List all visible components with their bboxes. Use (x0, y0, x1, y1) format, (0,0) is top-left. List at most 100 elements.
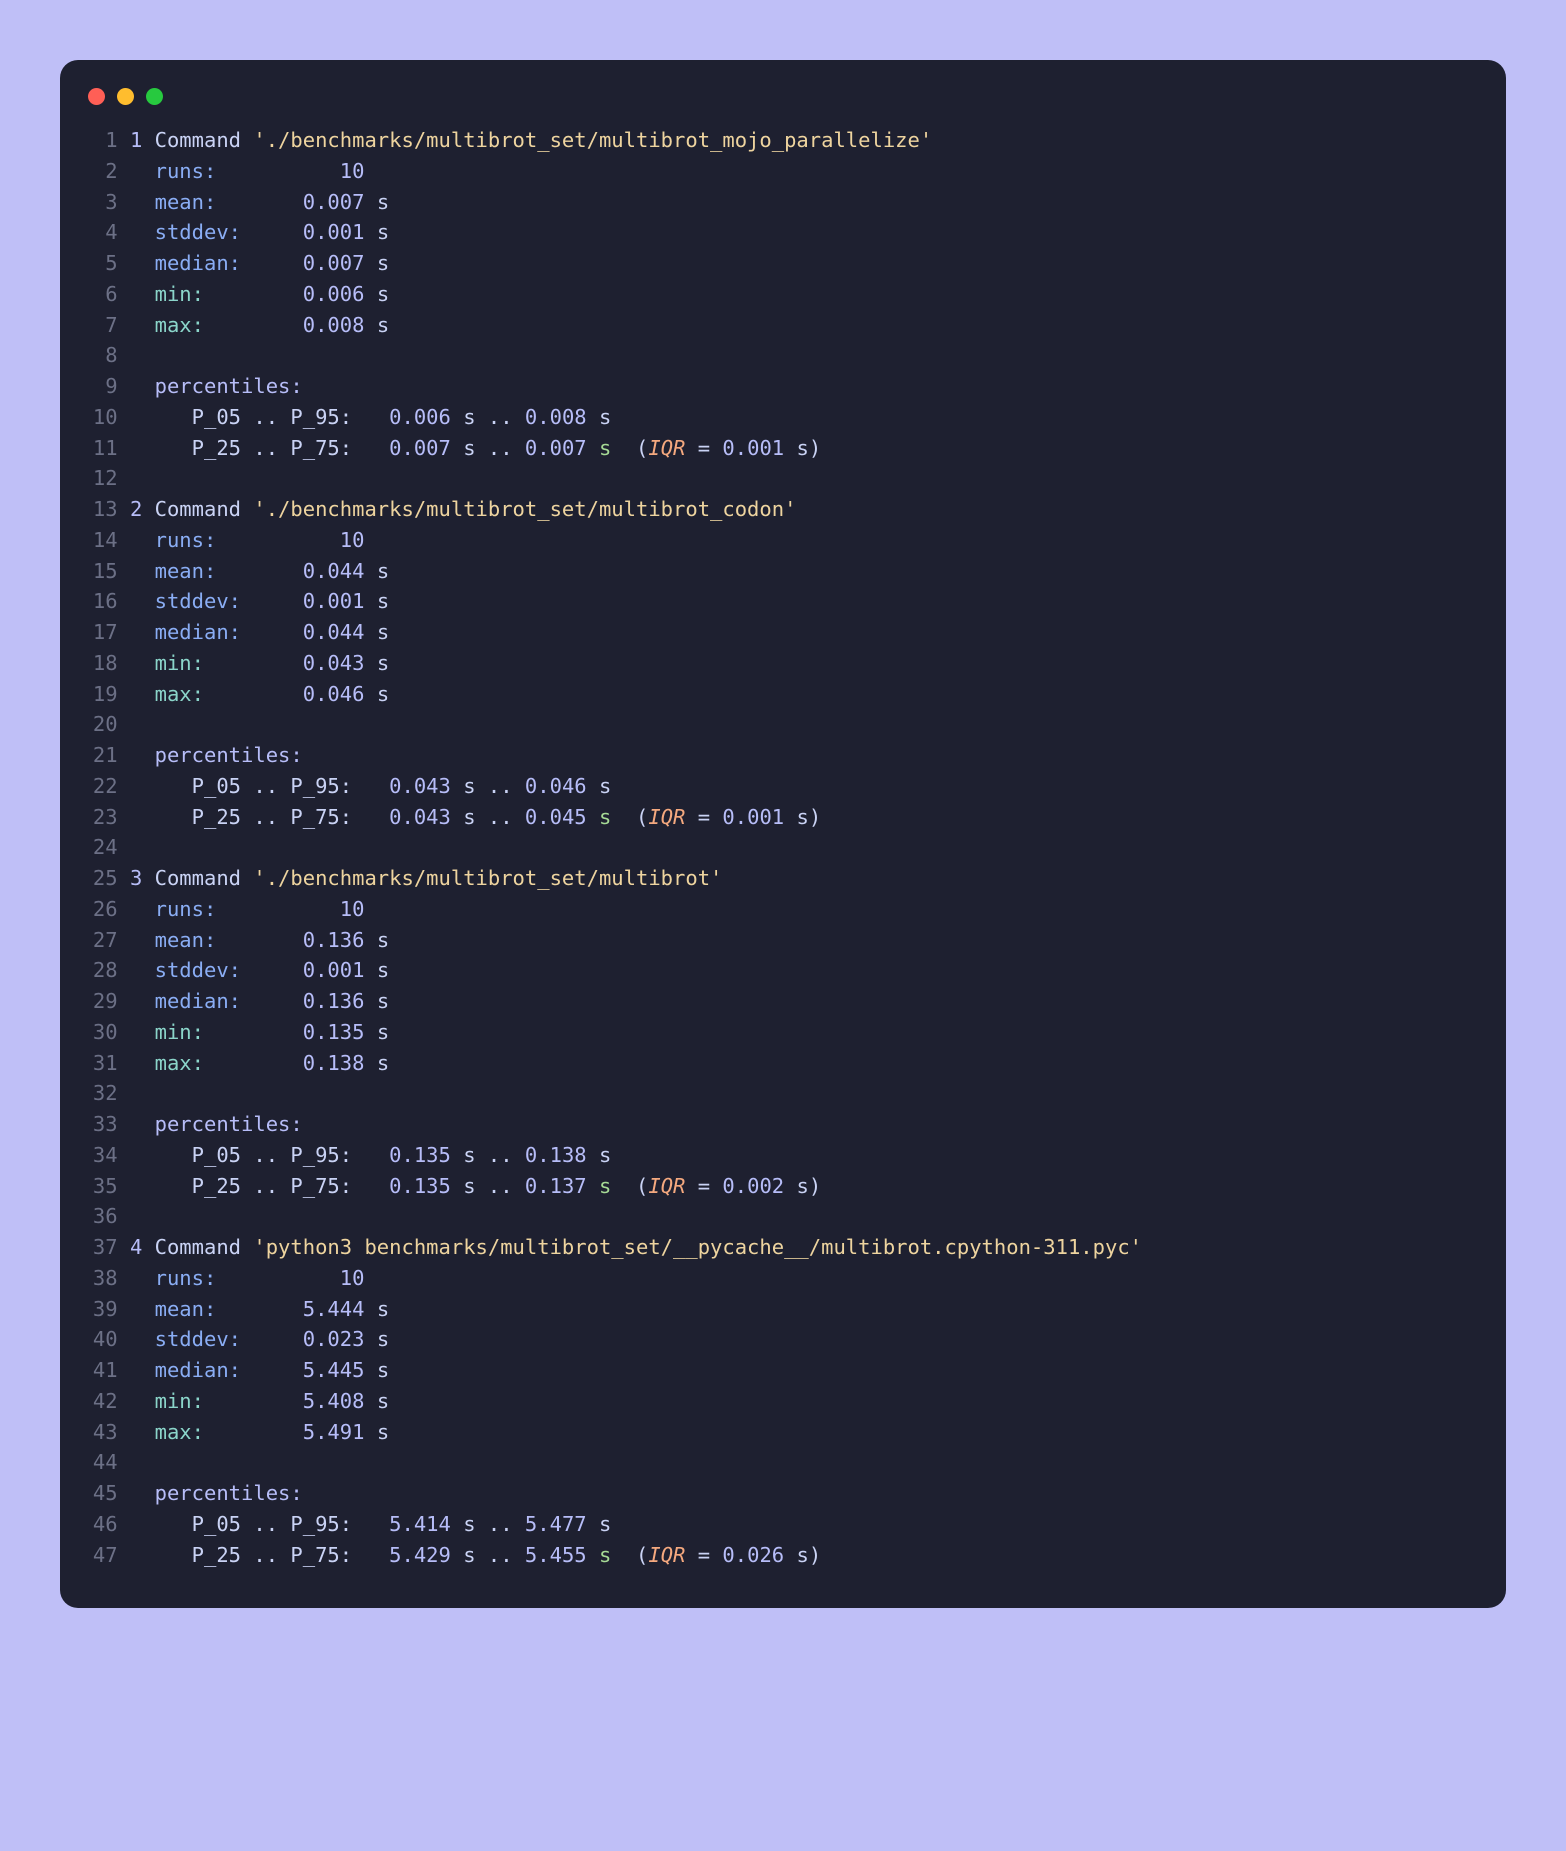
min-value: 0.043 (253, 651, 364, 675)
code-line: 35 P_25 .. P_75: 0.135 s .. 0.137 s (IQR… (88, 1171, 1478, 1202)
line-content: runs: 10 (130, 894, 365, 925)
code-line: 21 percentiles: (88, 740, 1478, 771)
line-content: median: 0.007 s (130, 248, 389, 279)
line-number: 39 (88, 1294, 118, 1325)
median-label: median: (155, 1358, 254, 1382)
sec-unit: s (377, 1051, 389, 1075)
line-number: 7 (88, 310, 118, 341)
line-content: median: 0.136 s (130, 986, 389, 1017)
min-value: 0.006 (253, 282, 364, 306)
line-number: 21 (88, 740, 118, 771)
code-line: 26 runs: 10 (88, 894, 1478, 925)
block-index: 4 (130, 1235, 142, 1259)
p05-value: 0.135 (389, 1143, 451, 1167)
line-number: 8 (88, 340, 118, 371)
minimize-icon[interactable] (117, 88, 134, 105)
range-sep: .. (476, 774, 525, 798)
iqr-label: IQR (648, 1174, 685, 1198)
p75-value: 5.455 (525, 1543, 587, 1567)
line-content: runs: 10 (130, 1263, 365, 1294)
code-line: 31 max: 0.138 s (88, 1048, 1478, 1079)
command-label: Command (155, 497, 241, 521)
code-line: 17 median: 0.044 s (88, 617, 1478, 648)
close-icon[interactable] (88, 88, 105, 105)
line-number: 17 (88, 617, 118, 648)
code-line: 45 percentiles: (88, 1478, 1478, 1509)
line-content: max: 0.008 s (130, 310, 389, 341)
line-number: 29 (88, 986, 118, 1017)
line-content: P_05 .. P_95: 0.006 s .. 0.008 s (130, 402, 611, 433)
line-number: 34 (88, 1140, 118, 1171)
code-line: 5 median: 0.007 s (88, 248, 1478, 279)
sec-unit-green: s (599, 1174, 611, 1198)
max-value: 0.046 (253, 682, 364, 706)
p05-value: 0.043 (389, 774, 451, 798)
stddev-value: 0.001 (253, 958, 364, 982)
line-content: min: 0.006 s (130, 279, 389, 310)
line-number: 44 (88, 1447, 118, 1478)
command-label: Command (155, 1235, 241, 1259)
command-path: './benchmarks/multibrot_set/multibrot' (253, 866, 722, 890)
p25-value: 5.429 (389, 1543, 451, 1567)
line-number: 12 (88, 463, 118, 494)
line-content: min: 0.135 s (130, 1017, 389, 1048)
min-value: 5.408 (253, 1389, 364, 1413)
sec-unit: s (599, 1512, 611, 1536)
sec-unit: s (463, 436, 475, 460)
line-number: 23 (88, 802, 118, 833)
code-line: 42 min: 5.408 s (88, 1386, 1478, 1417)
median-value: 0.007 (253, 251, 364, 275)
command-path: './benchmarks/multibrot_set/multibrot_mo… (253, 128, 932, 152)
sec-unit: s (463, 1174, 475, 1198)
sec-unit: s (463, 805, 475, 829)
maximize-icon[interactable] (146, 88, 163, 105)
line-number: 5 (88, 248, 118, 279)
iqr-label: IQR (648, 1543, 685, 1567)
sec-unit: s (377, 1327, 389, 1351)
line-content: min: 5.408 s (130, 1386, 389, 1417)
sec-unit: s (377, 1297, 389, 1321)
line-number: 11 (88, 433, 118, 464)
p95-value: 0.008 (525, 405, 587, 429)
sec-unit: s (463, 774, 475, 798)
sec-unit: s (377, 190, 389, 214)
command-label: Command (155, 128, 241, 152)
p25-value: 0.135 (389, 1174, 451, 1198)
runs-label: runs: (155, 897, 303, 921)
max-label: max: (155, 682, 254, 706)
line-number: 24 (88, 832, 118, 863)
line-number: 10 (88, 402, 118, 433)
line-number: 2 (88, 156, 118, 187)
command-label: Command (155, 866, 241, 890)
sec-unit: s (463, 405, 475, 429)
line-content: 2 Command './benchmarks/multibrot_set/mu… (130, 494, 797, 525)
line-content: mean: 0.044 s (130, 556, 389, 587)
max-label: max: (155, 313, 254, 337)
min-label: min: (155, 282, 254, 306)
line-content: mean: 0.136 s (130, 925, 389, 956)
line-content: P_25 .. P_75: 0.043 s .. 0.045 s (IQR = … (130, 802, 821, 833)
line-content: P_25 .. P_75: 0.007 s .. 0.007 s (IQR = … (130, 433, 821, 464)
stddev-label: stddev: (155, 589, 254, 613)
line-number: 20 (88, 709, 118, 740)
range-sep: .. (476, 1143, 525, 1167)
min-value: 0.135 (253, 1020, 364, 1044)
median-label: median: (155, 620, 254, 644)
line-content: P_05 .. P_95: 0.043 s .. 0.046 s (130, 771, 611, 802)
sec-unit: s (377, 989, 389, 1013)
runs-value: 10 (303, 897, 365, 921)
code-line: 27 mean: 0.136 s (88, 925, 1478, 956)
line-number: 13 (88, 494, 118, 525)
line-content: stddev: 0.023 s (130, 1324, 389, 1355)
mean-label: mean: (155, 190, 254, 214)
code-line: 374 Command 'python3 benchmarks/multibro… (88, 1232, 1478, 1263)
p05-p95-label: P_05 .. P_95: (192, 1143, 352, 1167)
line-content: P_25 .. P_75: 0.135 s .. 0.137 s (IQR = … (130, 1171, 821, 1202)
percentiles-label: percentiles: (155, 1481, 303, 1505)
code-line: 8 (88, 340, 1478, 371)
max-label: max: (155, 1051, 254, 1075)
line-number: 43 (88, 1417, 118, 1448)
line-content: min: 0.043 s (130, 648, 389, 679)
mean-value: 5.444 (253, 1297, 364, 1321)
line-number: 27 (88, 925, 118, 956)
